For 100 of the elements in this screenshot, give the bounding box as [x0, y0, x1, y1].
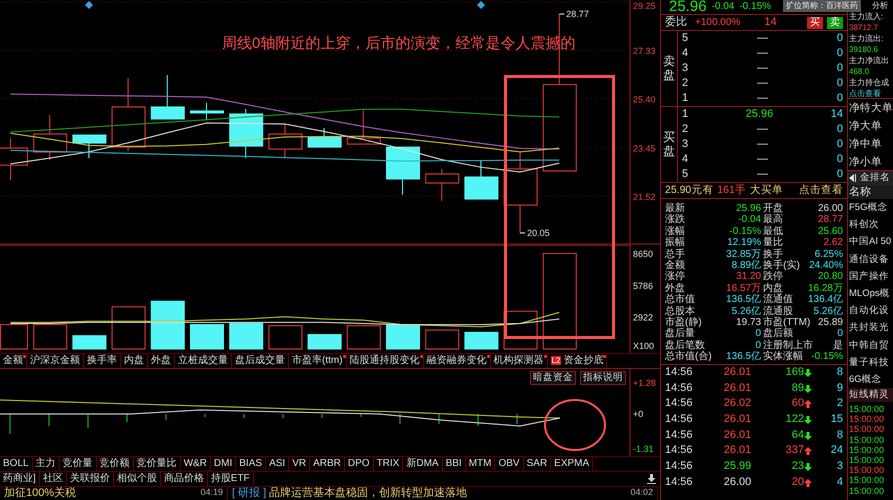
indicator-tab[interactable]: 新DMA — [403, 457, 443, 471]
view-link[interactable]: 点击查看 — [799, 184, 843, 197]
level-volume: 0 — [836, 122, 843, 137]
stat-label: 流通值 — [763, 294, 794, 306]
main-force-label: 主力流入: — [848, 11, 884, 22]
candlestick — [229, 108, 264, 159]
sector-name[interactable]: 共封装光 — [848, 319, 893, 336]
indicator-tab[interactable]: 竞价量 — [60, 457, 97, 471]
volume-axis-label: 2922 — [633, 312, 654, 323]
level-number: 4 — [682, 46, 688, 61]
stat-label: 实体涨幅 — [763, 351, 804, 362]
stat-value: 31.20 — [736, 271, 762, 283]
indicator-tab[interactable]: DPO — [344, 457, 374, 471]
data-tab[interactable]: 内盘 — [121, 354, 148, 368]
indicator-tab[interactable]: 竞价量比 — [134, 457, 181, 471]
tick-time: 14:56 — [665, 412, 694, 428]
data-tab[interactable]: 沪深京金额 — [27, 354, 84, 368]
weibi-label: 委比 — [665, 16, 687, 30]
info-tab[interactable]: 商品价格 — [160, 472, 208, 486]
indicator-tab[interactable]: OBV — [495, 457, 524, 471]
price-axis-label: 27.33 — [633, 46, 656, 56]
signal-time: 15:00:00 — [848, 404, 886, 414]
data-tab[interactable]: 陆股通持股变化 — [346, 354, 424, 368]
indicator-tab[interactable]: BIAS — [236, 457, 266, 471]
indicator-tab[interactable]: SAR — [524, 457, 552, 471]
stat-value: 5.26亿 — [732, 306, 762, 317]
sector-name[interactable]: 量子科技 — [848, 354, 893, 371]
side-label: 卖盘 — [663, 55, 675, 82]
level-price: — — [756, 46, 769, 61]
indicator-tab[interactable]: DMI — [210, 457, 236, 471]
tick-volume: 23 — [792, 459, 804, 474]
sector-name[interactable]: 通信设备 — [848, 250, 893, 268]
stat-value: 32.85万 — [726, 248, 762, 260]
diamond-icon — [477, 1, 485, 9]
news-headline[interactable]: 加征100%关税 — [4, 487, 76, 500]
volume-axis-label: 8650 — [633, 248, 654, 259]
volume-axis-label: 5786 — [633, 280, 654, 291]
indicator-button[interactable]: 指标说明 — [580, 371, 626, 385]
indicator-button[interactable]: 暗盘资金 — [530, 371, 576, 385]
indicator-tab[interactable]: BBI — [442, 457, 466, 471]
tick-time: 14:56 — [665, 365, 694, 380]
sector-name[interactable]: MLOps概 — [848, 284, 893, 302]
indicator-tab[interactable]: TRIX — [374, 457, 404, 471]
big-order-price: 25.90元有 — [665, 184, 714, 197]
candlestick — [425, 168, 460, 202]
stat-label: 盘后额 — [763, 328, 794, 340]
candlestick — [190, 102, 224, 120]
sector-name[interactable]: 中国AI 50 — [848, 233, 893, 251]
info-tab[interactable]: 关联报价 — [66, 472, 114, 486]
stat-label: 最低 — [763, 226, 784, 237]
data-tab[interactable]: 换手率 — [84, 354, 121, 368]
signal-time: 15:00:00 — [848, 444, 886, 455]
sector-name[interactable]: 自动化设 — [848, 302, 893, 320]
stat-value: 16.28万 — [808, 282, 843, 294]
indicator-tab[interactable]: 竞价额 — [96, 457, 134, 471]
indicator-tab[interactable]: VR — [289, 457, 310, 471]
main-force-value: 点击查看 — [848, 88, 882, 99]
tick-price: 25.99 — [722, 459, 752, 474]
data-tab[interactable]: 立桩成交量 — [175, 354, 232, 368]
data-tab[interactable]: 机构探测器 — [490, 354, 548, 368]
data-tab[interactable]: 盘后成交量 — [232, 354, 289, 368]
info-tab[interactable]: 药商业] — [0, 472, 40, 486]
net-order-label: 净特大单 — [848, 101, 893, 116]
indicator-tab[interactable]: EXPMA — [551, 457, 594, 471]
column-header: 名称 — [848, 185, 893, 199]
info-tab[interactable]: 社区 — [40, 472, 67, 486]
news-headline[interactable]: 品牌运营基本盘稳固，创新转型加速落地 — [269, 487, 468, 500]
volume-bar — [0, 324, 28, 350]
indicator-tab[interactable]: 主力 — [32, 457, 60, 471]
sector-name[interactable]: F5G概念 — [848, 199, 893, 216]
info-tab[interactable]: 相似个股 — [114, 472, 161, 486]
download-icon[interactable] — [647, 472, 656, 486]
data-tab[interactable]: 市盈率(ttm) — [289, 354, 347, 368]
sector-name[interactable]: 国产操作 — [848, 268, 893, 285]
indicator-tab[interactable]: ARBR — [310, 457, 345, 471]
indicator-tab[interactable]: MTM — [466, 457, 496, 471]
tick-price: 26.01 — [722, 428, 752, 443]
big-order-lots: 161手 — [717, 184, 746, 197]
indicator-tab[interactable]: BOLL — [0, 457, 33, 471]
data-tab[interactable]: 金额 — [0, 354, 27, 368]
sector-name[interactable]: 6G概念 — [848, 370, 893, 388]
stat-label: 换手(实) — [763, 260, 800, 271]
signal-time: 15:00:00 — [848, 486, 886, 496]
trade-button[interactable]: 买 — [807, 16, 823, 28]
stat-label: 量比 — [763, 237, 784, 248]
info-tab[interactable]: 持股ETF — [208, 472, 254, 486]
price-axis-label: 23.45 — [633, 144, 656, 154]
data-tab[interactable]: L2 资金抄底 — [548, 354, 608, 368]
sector-name[interactable]: 科创次 — [848, 216, 893, 234]
indicator-tab[interactable]: W&R — [180, 457, 211, 471]
tick-time: 14:56 — [665, 428, 694, 443]
stat-label: 换手 — [763, 248, 784, 260]
data-tab[interactable]: 外盘 — [148, 354, 175, 368]
level-number: 2 — [682, 76, 688, 91]
tick-price: 26.02 — [722, 396, 752, 412]
sector-name[interactable]: 中韩自贸 — [848, 336, 893, 354]
data-tab[interactable]: 融资融券变化 — [424, 354, 491, 368]
indicator-tab[interactable]: ASI — [266, 457, 290, 471]
low-price-label: 20.05 — [527, 228, 550, 238]
back-arrow-icon[interactable] — [849, 174, 856, 182]
